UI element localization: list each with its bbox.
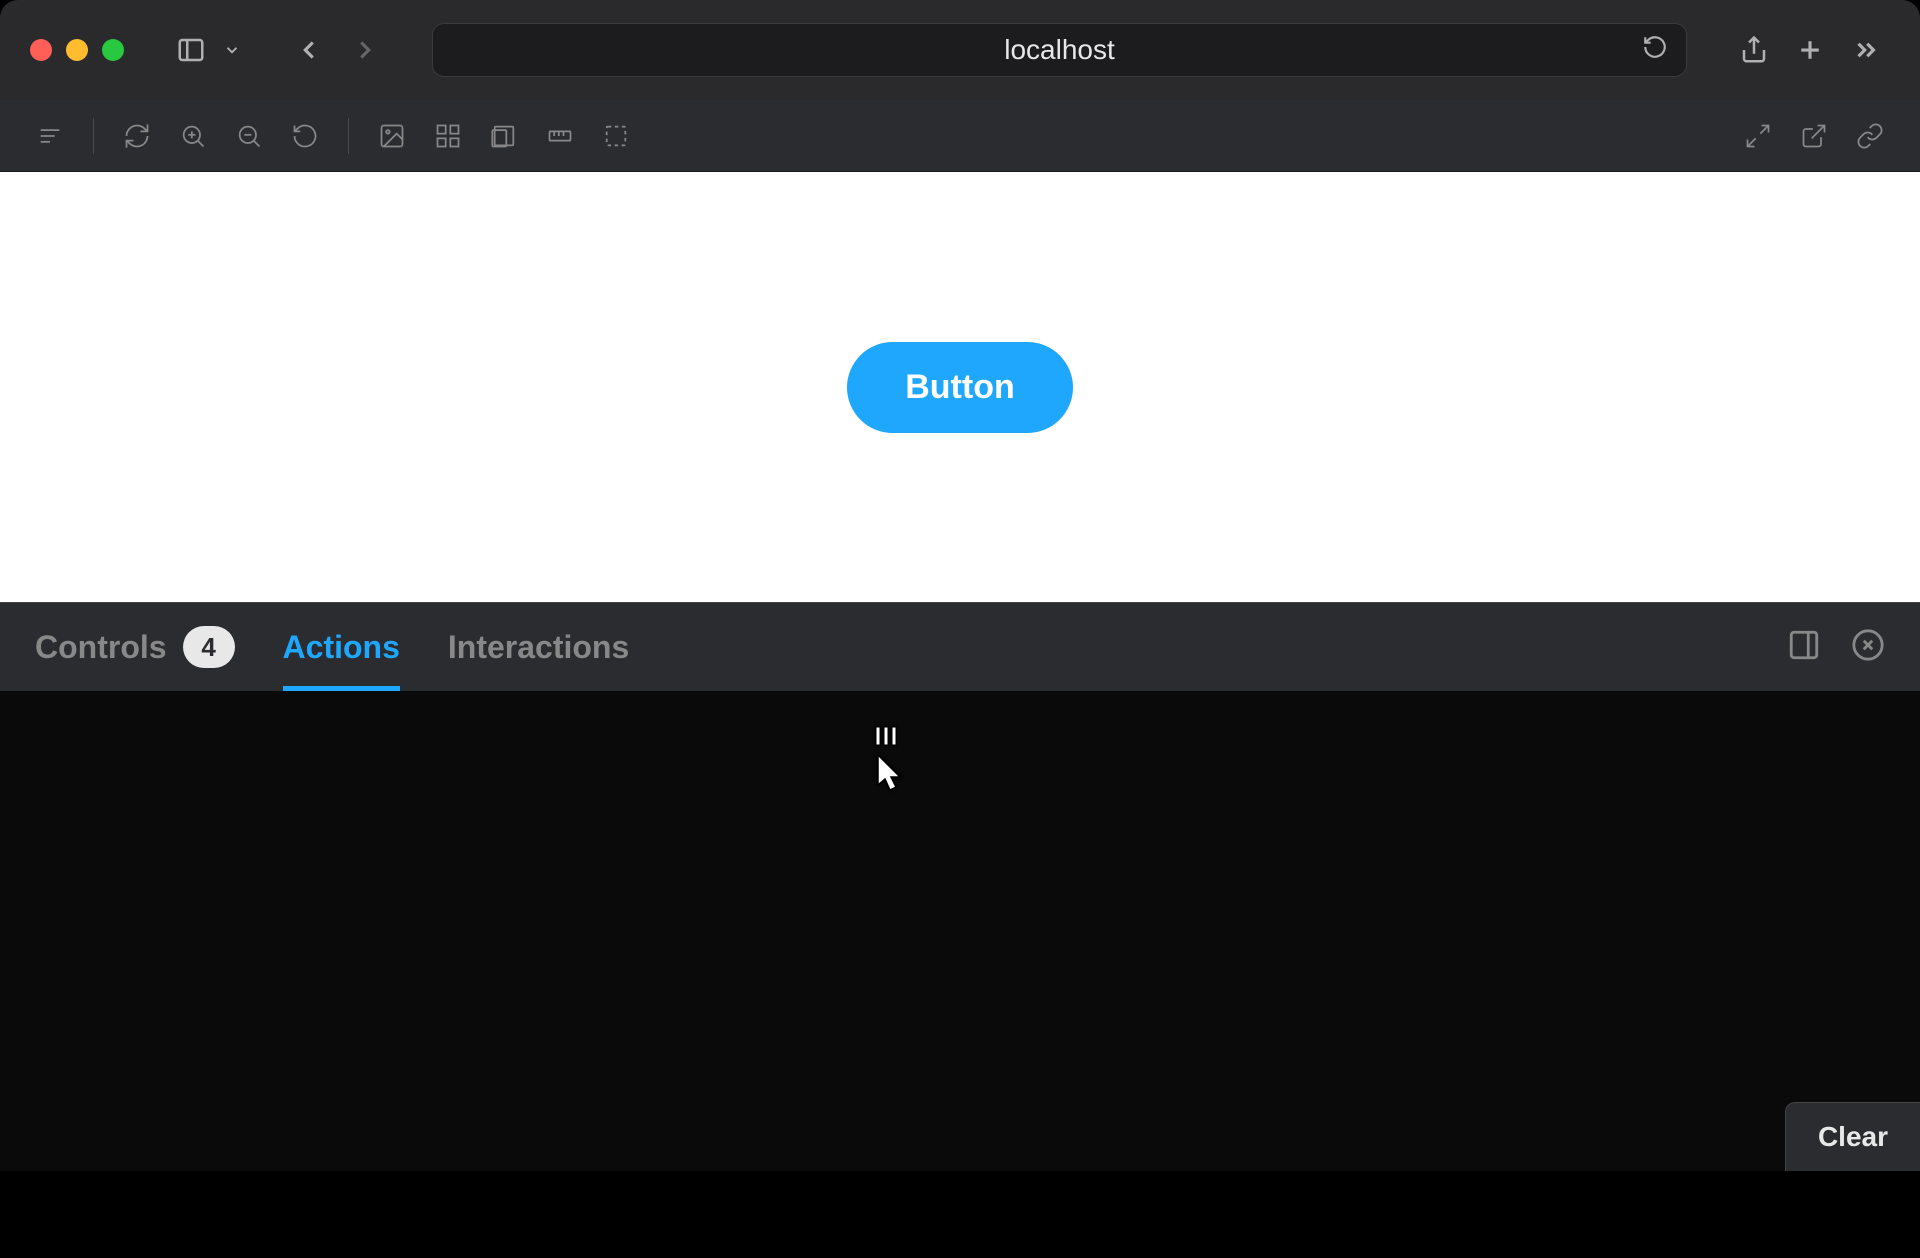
sidebar-toggle-button[interactable]: [167, 26, 215, 74]
grid-icon[interactable]: [423, 111, 473, 161]
tab-interactions[interactable]: Interactions: [448, 603, 629, 691]
tab-controls-badge: 4: [183, 626, 235, 668]
link-icon[interactable]: [1845, 111, 1895, 161]
forward-button[interactable]: [341, 26, 389, 74]
browser-title-bar: localhost: [0, 0, 1920, 100]
tab-controls[interactable]: Controls 4: [35, 603, 235, 691]
preview-canvas: Button: [0, 172, 1920, 602]
addons-panel: Controls 4 Actions Interactions Clear: [0, 602, 1920, 1171]
open-new-tab-icon[interactable]: [1789, 111, 1839, 161]
close-window-button[interactable]: [30, 39, 52, 61]
clear-button[interactable]: Clear: [1785, 1102, 1920, 1171]
window-traffic-lights: [30, 39, 124, 61]
toolbar-divider: [348, 118, 349, 154]
storybook-toolbar: [0, 100, 1920, 172]
tab-actions[interactable]: Actions: [283, 603, 400, 691]
address-text: localhost: [1004, 34, 1115, 66]
panel-orientation-icon[interactable]: [1787, 628, 1821, 667]
tab-interactions-label: Interactions: [448, 629, 629, 666]
addons-body: Clear: [0, 691, 1920, 1171]
new-tab-button[interactable]: [1786, 26, 1834, 74]
toolbar-divider: [93, 118, 94, 154]
sidebar-dropdown-chevron-icon[interactable]: [217, 26, 247, 74]
demo-button[interactable]: Button: [847, 342, 1073, 433]
fullscreen-icon[interactable]: [1733, 111, 1783, 161]
reload-icon[interactable]: [1642, 34, 1668, 67]
viewport-icon[interactable]: [479, 111, 529, 161]
zoom-out-icon[interactable]: [224, 111, 274, 161]
tab-controls-label: Controls: [35, 629, 167, 666]
sync-icon[interactable]: [112, 111, 162, 161]
tabs-overflow-button[interactable]: [1842, 26, 1890, 74]
background-icon[interactable]: [367, 111, 417, 161]
maximize-window-button[interactable]: [102, 39, 124, 61]
back-button[interactable]: [285, 26, 333, 74]
outline-icon[interactable]: [591, 111, 641, 161]
zoom-reset-icon[interactable]: [280, 111, 330, 161]
addons-tabs: Controls 4 Actions Interactions: [0, 603, 1920, 691]
tab-actions-label: Actions: [283, 629, 400, 666]
share-button[interactable]: [1730, 26, 1778, 74]
close-panel-icon[interactable]: [1851, 628, 1885, 667]
address-bar[interactable]: localhost: [432, 23, 1687, 77]
measure-icon[interactable]: [535, 111, 585, 161]
zoom-in-icon[interactable]: [168, 111, 218, 161]
minimize-window-button[interactable]: [66, 39, 88, 61]
menu-icon[interactable]: [25, 111, 75, 161]
